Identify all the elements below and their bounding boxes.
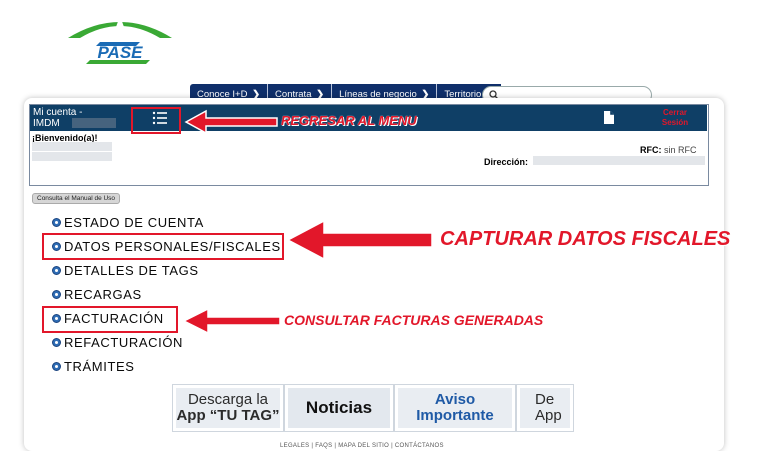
menu-item-label: ESTADO DE CUENTA [64,215,204,230]
fiscal-highlight-box [42,233,284,260]
pase-logo[interactable]: PASE [60,8,180,70]
menu-item-label: TRÁMITES [64,359,135,374]
banner-text: Noticias [305,398,373,417]
menu-item-refacturacion[interactable]: REFACTURACIÓN [52,335,183,350]
banner-text: App [535,407,562,424]
logout-link[interactable]: Cerrar Sesión [655,108,695,128]
bullet-icon [52,290,61,299]
account-title-label: Mi cuenta - [33,107,83,118]
banner-partial[interactable]: De App [516,384,574,432]
promo-banners: Descarga la App “TU TAG” Noticias Aviso … [172,384,574,432]
banner-news[interactable]: Noticias [284,384,394,432]
menu-item-label: DETALLES DE TAGS [64,263,199,278]
menu-item-label: RECARGAS [64,287,142,302]
menu-highlight-box [131,107,181,134]
redacted-address [533,156,705,165]
redacted-name-2 [32,152,112,161]
menu-item-tags[interactable]: DETALLES DE TAGS [52,263,199,278]
menu-item-estado[interactable]: ESTADO DE CUENTA [52,215,204,230]
rfc-row: RFC: sin RFC [640,145,697,155]
menu-item-tramites[interactable]: TRÁMITES [52,359,135,374]
menu-item-recargas[interactable]: RECARGAS [52,287,142,302]
banner-text: De [535,391,555,408]
banner-text: Importante [416,407,494,424]
menu-item-label: REFACTURACIÓN [64,335,184,350]
rfc-label: RFC: [640,145,662,155]
account-id-redacted [72,118,116,128]
arrow-left-icon [286,219,433,261]
annotation-invoices: CONSULTAR FACTURAS GENERADAS [284,312,544,328]
arrow-left-icon [184,109,278,135]
banner-notice[interactable]: Aviso Importante [394,384,516,432]
annotation-back-to-menu: REGRESAR AL MENU [281,113,417,128]
banner-text: Aviso [434,391,476,408]
logo-text: PASE [97,43,143,62]
bullet-icon [52,362,61,371]
banner-text: App “TU TAG” [176,407,280,424]
bullet-icon [52,338,61,347]
footer-links[interactable]: LEGALES | FAQS | MAPA DEL SITIO | CONTÁC… [280,443,444,449]
rfc-value: sin RFC [664,145,697,155]
bullet-icon [52,266,61,275]
document-icon[interactable] [603,110,615,125]
annotation-fiscal-data: CAPTURAR DATOS FISCALES [440,228,731,250]
arrow-left-icon [182,307,281,335]
redacted-name [32,142,112,151]
banner-app-download[interactable]: Descarga la App “TU TAG” [172,384,284,432]
address-label: Dirección: [484,157,529,167]
bullet-icon [52,218,61,227]
manual-button[interactable]: Consulta el Manual de Uso [32,193,121,204]
invoice-highlight-box [42,306,178,333]
banner-text: Descarga la [187,391,269,408]
